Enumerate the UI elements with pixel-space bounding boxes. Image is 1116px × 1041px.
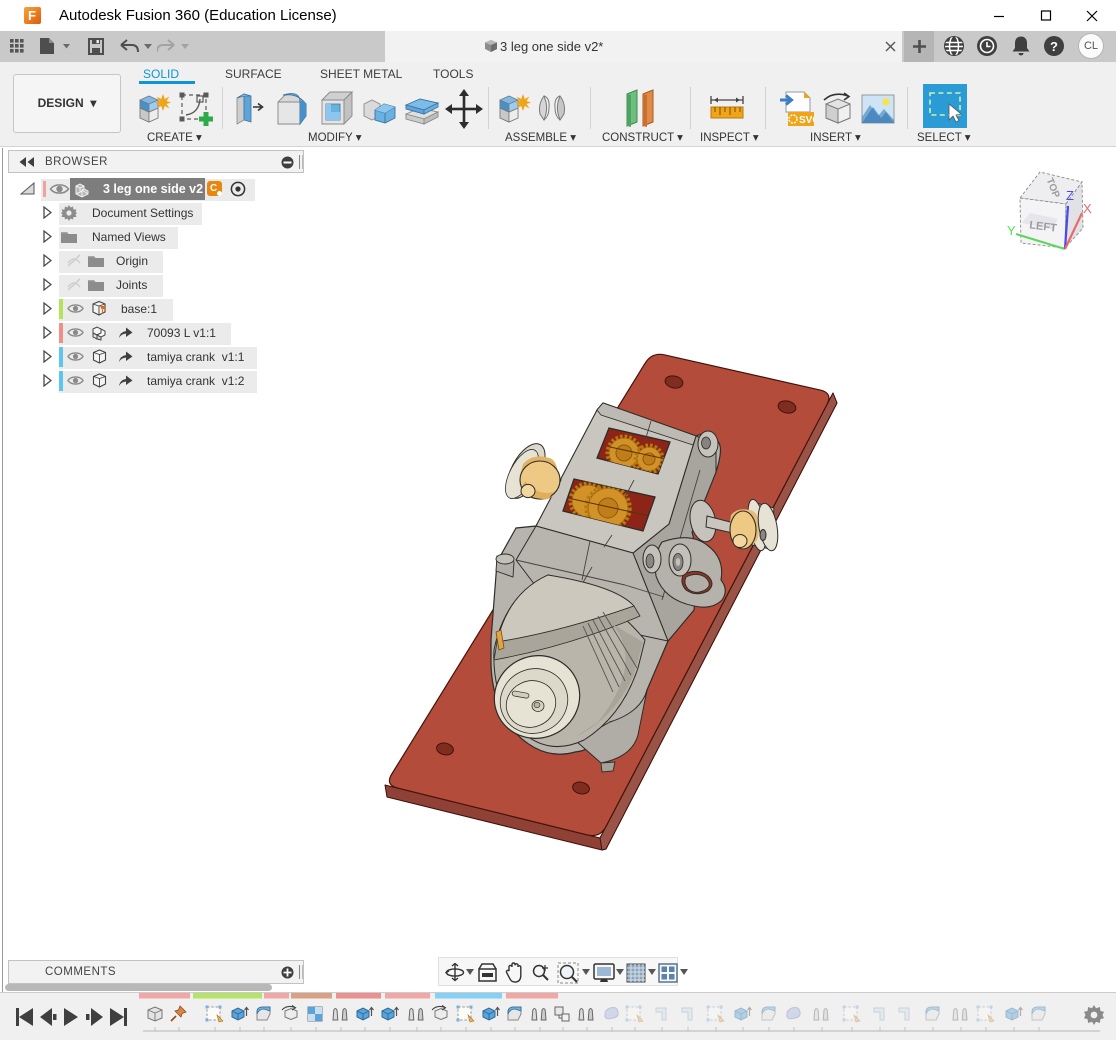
svg-text:Y: Y — [1007, 223, 1016, 238]
svg-text:X: X — [1083, 201, 1092, 216]
svg-text:Z: Z — [1066, 188, 1074, 203]
